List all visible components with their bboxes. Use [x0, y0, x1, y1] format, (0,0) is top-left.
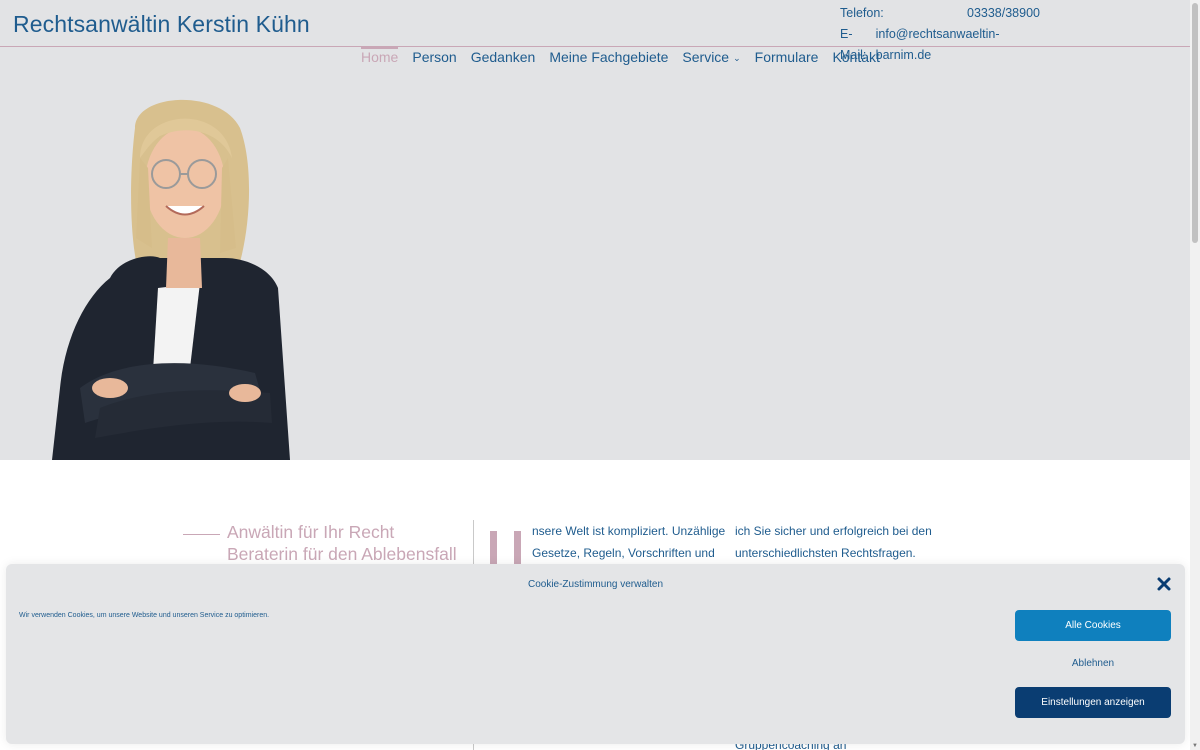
nav-item-fachgebiete[interactable]: Meine Fachgebiete — [549, 46, 668, 68]
nav-item-gedanken[interactable]: Gedanken — [471, 46, 536, 68]
cookie-title: Cookie-Zustimmung verwalten — [527, 579, 664, 590]
nav-item-service[interactable]: Service ⌄ — [682, 46, 740, 68]
email-link[interactable]: info@rechtsanwaeltin-barnim.de — [876, 24, 1040, 66]
main-nav: Home Person Gedanken Meine Fachgebiete S… — [361, 46, 880, 68]
tagline-line-2: Beraterin für den Ablebensfall — [227, 544, 457, 564]
accept-all-cookies-button[interactable]: Alle Cookies — [1015, 610, 1171, 641]
site-header: Rechtsanwältin Kerstin Kühn Telefon: 033… — [0, 0, 1190, 460]
cookie-settings-button[interactable]: Einstellungen anzeigen — [1015, 687, 1171, 718]
nav-item-person[interactable]: Person — [412, 46, 456, 68]
phone-label: Telefon: — [840, 6, 884, 20]
intro-tagline: Anwältin für Ihr Recht Beraterin für den… — [227, 521, 457, 565]
chevron-down-icon: ⌄ — [733, 53, 741, 63]
nav-item-formulare[interactable]: Formulare — [755, 46, 819, 68]
intro-text-col1: nsere Welt ist kompliziert. Unzählige Ge… — [532, 520, 727, 564]
intro-text-col2: ich Sie sicher und erfolgreich bei den u… — [735, 520, 935, 564]
col2-line-1: ich Sie sicher und erfolgreich bei den — [735, 524, 932, 538]
nav-item-home[interactable]: Home — [361, 46, 399, 68]
cookie-message: Wir verwenden Cookies, um unsere Website… — [19, 612, 270, 619]
cookie-banner: Cookie-Zustimmung verwalten Wir verwende… — [6, 564, 1185, 744]
col1-line-1: nsere Welt ist kompliziert. Unzählige — [532, 524, 726, 538]
lawyer-portrait — [52, 99, 290, 460]
scroll-down-arrow-icon[interactable]: ▼ — [1192, 743, 1198, 749]
deny-cookies-button[interactable]: Ablehnen — [1015, 648, 1171, 679]
col1-line-2: Gesetze, Regeln, Vorschriften und — [532, 546, 715, 560]
phone-row: Telefon: 03338/38900 — [840, 3, 1040, 24]
col2-line-2: unterschiedlichsten Rechtsfragen. — [735, 546, 916, 560]
scrollbar-thumb[interactable] — [1192, 3, 1198, 243]
tagline-accent-line — [183, 534, 220, 535]
tagline-line-1: Anwältin für Ihr Recht — [227, 522, 395, 542]
dropcap-u — [488, 531, 522, 565]
close-icon[interactable] — [1156, 576, 1172, 592]
nav-item-service-label: Service — [682, 49, 730, 65]
nav-item-kontakt[interactable]: Kontakt — [832, 46, 879, 68]
site-title[interactable]: Rechtsanwältin Kerstin Kühn — [13, 11, 310, 38]
phone-link[interactable]: 03338/38900 — [967, 3, 1040, 24]
page-scrollbar[interactable]: ▼ — [1190, 0, 1200, 750]
